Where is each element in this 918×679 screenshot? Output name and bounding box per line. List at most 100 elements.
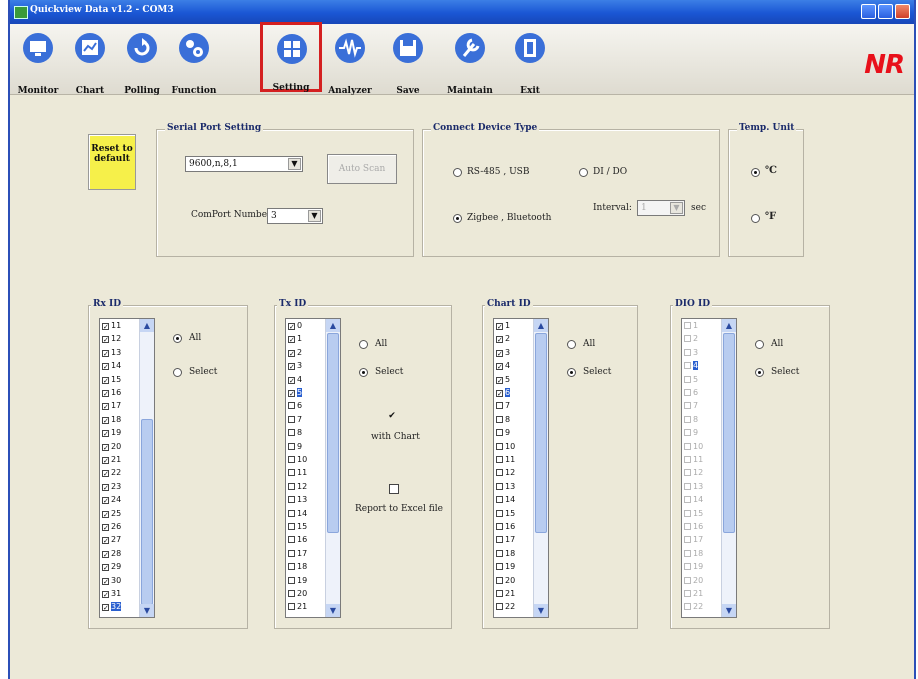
item-checkbox[interactable]: ✓ (102, 336, 109, 344)
item-checkbox[interactable]: ✓ (496, 336, 503, 344)
list-item[interactable]: ✓ 19 (102, 428, 121, 438)
list-item[interactable]: 19 (684, 562, 703, 571)
item-checkbox[interactable] (496, 576, 503, 584)
list-item[interactable]: ✓ 17 (102, 401, 121, 411)
item-checkbox[interactable]: ✓ (288, 349, 295, 357)
list-item[interactable]: 11 (496, 455, 515, 464)
item-checkbox[interactable] (288, 469, 295, 477)
item-checkbox[interactable] (684, 509, 691, 517)
list-item[interactable]: 11 (288, 468, 307, 477)
list-item[interactable]: 21 (288, 602, 307, 611)
list-item[interactable]: 13 (496, 482, 515, 491)
list-item[interactable]: ✓ 18 (102, 415, 121, 424)
item-checkbox[interactable]: ✓ (102, 483, 109, 491)
list-item[interactable]: ✓ 4 (496, 361, 510, 371)
chart-id-listbox[interactable]: ✓ 1 ✓ 2 ✓ 3 ✓ 4 ✓ 5 ✓ 6 7 8 9 10 11 12 13 14 15 16 17 18 19 20 21 2… (493, 318, 549, 618)
item-checkbox[interactable]: ✓ (288, 376, 295, 384)
item-checkbox[interactable] (684, 429, 691, 437)
item-checkbox[interactable]: ✓ (496, 376, 503, 384)
list-item[interactable]: 11 (684, 455, 703, 464)
item-checkbox[interactable] (684, 389, 691, 396)
tx-id-listbox[interactable]: ✓ 0 ✓ 1 ✓ 2 ✓ 3 ✓ 4 ✓ 5 6 7 8 9 10 11 12 13 14 15 16 17 18 19 20 21… (285, 318, 341, 618)
item-checkbox[interactable] (684, 375, 691, 383)
list-item[interactable]: 9 (496, 428, 510, 437)
list-item[interactable]: ✓ 23 (102, 482, 121, 491)
item-checkbox[interactable]: ✓ (288, 363, 295, 371)
list-item[interactable]: 10 (288, 455, 307, 464)
item-checkbox[interactable] (684, 322, 691, 329)
scroll-up-icon[interactable]: ▲ (534, 319, 548, 332)
dio-id-listbox[interactable]: 1 2 3 4 5 6 7 8 9 10 11 12 13 14 15 16 17 18 19 20 21 22 ▲ ▼ (681, 318, 737, 618)
title-bar[interactable]: Quickview Data v1.2 - COM3 (10, 0, 914, 24)
scroll-down-icon[interactable]: ▼ (140, 604, 154, 617)
item-checkbox[interactable] (288, 482, 295, 490)
scroll-thumb[interactable] (327, 333, 339, 533)
item-checkbox[interactable] (496, 523, 503, 530)
scrollbar[interactable]: ▲ ▼ (139, 319, 154, 617)
list-item[interactable]: ✓ 2 (496, 334, 510, 344)
list-item[interactable]: 10 (684, 442, 703, 451)
item-checkbox[interactable] (288, 563, 295, 571)
item-checkbox[interactable]: ✓ (496, 349, 503, 357)
list-item[interactable]: 4 (684, 361, 699, 371)
item-checkbox[interactable] (684, 549, 691, 557)
list-item[interactable]: ✓ 22 (102, 468, 121, 478)
list-item[interactable]: ✓ 4 (288, 375, 302, 384)
list-item[interactable]: ✓ 5 (496, 375, 510, 384)
item-checkbox[interactable]: ✓ (288, 390, 295, 398)
item-checkbox[interactable] (496, 509, 503, 517)
list-item[interactable]: 18 (288, 562, 307, 571)
item-checkbox[interactable] (496, 456, 503, 463)
list-item[interactable]: 20 (684, 576, 703, 585)
toolbar-setting-button[interactable]: Setting (260, 22, 322, 93)
list-item[interactable]: 8 (288, 428, 302, 437)
list-item[interactable]: ✓ 3 (496, 348, 510, 357)
list-item[interactable]: 1 (684, 321, 698, 330)
item-checkbox[interactable] (288, 549, 295, 557)
item-checkbox[interactable] (496, 482, 503, 490)
scroll-up-icon[interactable]: ▲ (722, 319, 736, 332)
list-item[interactable]: 16 (684, 522, 703, 531)
list-item[interactable]: ✓ 3 (288, 361, 302, 371)
item-checkbox[interactable] (496, 415, 503, 423)
item-checkbox[interactable] (684, 442, 691, 450)
toolbar-save-button[interactable]: Save (384, 26, 432, 96)
item-checkbox[interactable]: ✓ (102, 457, 109, 465)
tx-select-radio[interactable] (359, 368, 368, 377)
item-checkbox[interactable]: ✓ (102, 443, 109, 451)
item-checkbox[interactable] (288, 509, 295, 517)
list-item[interactable]: ✓ 24 (102, 495, 121, 505)
item-checkbox[interactable] (684, 603, 691, 611)
list-item[interactable]: ✓ 15 (102, 375, 121, 384)
list-item[interactable]: 8 (496, 415, 510, 424)
list-item[interactable]: 20 (288, 589, 307, 598)
item-checkbox[interactable] (496, 402, 503, 410)
item-checkbox[interactable]: ✓ (496, 363, 503, 371)
chevron-down-icon[interactable]: ▼ (670, 202, 683, 214)
list-item[interactable]: 17 (288, 549, 307, 558)
comport-select[interactable]: 3 ▼ (267, 208, 323, 224)
item-checkbox[interactable] (684, 415, 691, 423)
list-item[interactable]: 18 (684, 549, 703, 558)
scroll-thumb[interactable] (141, 419, 153, 605)
chevron-down-icon[interactable]: ▼ (308, 210, 321, 222)
item-checkbox[interactable] (496, 603, 503, 611)
list-item[interactable]: ✓ 2 (288, 348, 302, 357)
list-item[interactable]: 6 (684, 388, 698, 397)
list-item[interactable]: ✓ 27 (102, 535, 121, 545)
fahrenheit-radio[interactable] (751, 214, 760, 223)
interval-select[interactable]: 1 ▼ (637, 200, 685, 216)
item-checkbox[interactable] (684, 469, 691, 477)
rx-all-radio[interactable] (173, 334, 182, 343)
item-checkbox[interactable] (288, 456, 295, 463)
list-item[interactable]: ✓ 26 (102, 522, 121, 532)
scroll-up-icon[interactable]: ▲ (140, 319, 154, 332)
item-checkbox[interactable]: ✓ (102, 416, 109, 424)
list-item[interactable]: ✓ 31 (102, 589, 121, 599)
list-item[interactable]: ✓ 21 (102, 455, 121, 465)
item-checkbox[interactable]: ✓ (288, 323, 295, 331)
item-checkbox[interactable]: ✓ (496, 390, 503, 398)
item-checkbox[interactable] (288, 590, 295, 597)
list-item[interactable]: ✓ 29 (102, 562, 121, 572)
list-item[interactable]: 12 (684, 468, 703, 477)
